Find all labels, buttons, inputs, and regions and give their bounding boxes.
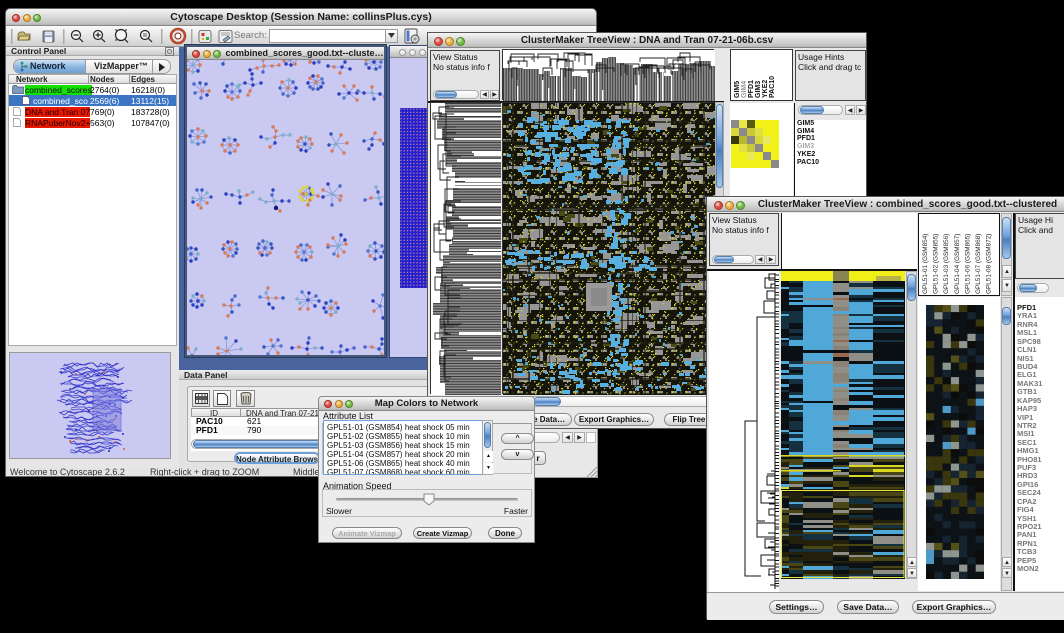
svg-text:GPL51-08 (GSM872): GPL51-08 (GSM872) bbox=[986, 234, 993, 294]
svg-text:GIM3: GIM3 bbox=[755, 81, 762, 98]
svg-text:GPL51-02 (GSM855): GPL51-02 (GSM855) bbox=[933, 234, 940, 294]
svg-text:GPL51-03 (GSM856): GPL51-03 (GSM856) bbox=[943, 234, 950, 294]
svg-text:GPL51-04 (GSM857): GPL51-04 (GSM857) bbox=[954, 234, 961, 294]
svg-text:PFD1: PFD1 bbox=[748, 80, 755, 98]
svg-text:GPL51-07 (GSM868): GPL51-07 (GSM868) bbox=[975, 234, 982, 294]
svg-text:GPL51-06 (GSM865): GPL51-06 (GSM865) bbox=[964, 234, 971, 294]
svg-text:GPL51-01 (GSM854): GPL51-01 (GSM854) bbox=[922, 234, 929, 294]
svg-text:YKE2: YKE2 bbox=[762, 80, 769, 98]
svg-text:PAC10: PAC10 bbox=[769, 76, 776, 98]
svg-text:GIM4: GIM4 bbox=[741, 81, 748, 98]
svg-text:GIM5: GIM5 bbox=[734, 81, 741, 98]
